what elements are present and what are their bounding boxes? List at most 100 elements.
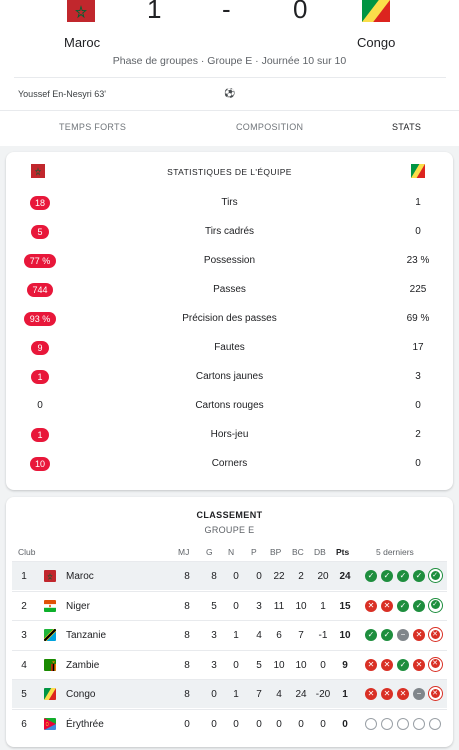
stat-row: 18 Tirs 1 [6, 195, 453, 211]
morocco-flag-icon [44, 570, 56, 582]
cell-db: 0 [320, 718, 326, 730]
standings-row[interactable]: 1 Maroc 8 8 0 0 22 2 20 24 ✓ ✓ ✓ ✓ ✓ [12, 561, 447, 590]
cell-n: 1 [233, 630, 239, 641]
loss-icon: ✕ [365, 599, 377, 612]
stat-away-value: 225 [409, 284, 427, 295]
header-g: G [206, 547, 213, 557]
draw-icon: − [397, 629, 409, 641]
club-name[interactable]: Érythrée [66, 719, 104, 730]
club-name[interactable]: Niger [66, 601, 90, 612]
cell-mj: 0 [184, 718, 190, 730]
niger-flag-icon [44, 599, 56, 612]
club-name[interactable]: Zambie [66, 660, 99, 671]
loss-icon: ✕ [381, 599, 393, 612]
cell-bc: 10 [295, 659, 307, 671]
away-team-name[interactable]: Congo [357, 35, 395, 50]
standings-row[interactable]: 6 Érythrée 0 0 0 0 0 0 0 0 [12, 708, 447, 738]
stat-away-value: 69 % [406, 313, 430, 324]
tab-stats[interactable]: STATS [392, 122, 421, 132]
stat-label: Tirs cadrés [204, 226, 255, 237]
cell-n: 0 [233, 718, 239, 730]
club-name[interactable]: Tanzanie [66, 630, 106, 641]
cell-db: 20 [317, 571, 329, 582]
standings-row[interactable]: 2 Niger 8 5 0 3 11 10 1 15 ✕ ✕ ✓ ✓ ✓ [12, 590, 447, 620]
cell-pts: 15 [339, 600, 351, 612]
loss-icon: ✕ [381, 688, 393, 700]
stat-away-value: 3 [415, 371, 421, 382]
win-icon: ✓ [381, 629, 393, 641]
loss-icon: ✕ [428, 656, 443, 672]
stat-label: Corners [211, 458, 248, 469]
no-result-icon [381, 717, 393, 730]
stats-title: STATISTIQUES DE L'ÉQUIPE [167, 167, 292, 177]
cell-db: -1 [318, 630, 328, 641]
stat-away-value: 2 [415, 429, 421, 440]
tab-composition[interactable]: COMPOSITION [236, 122, 303, 132]
stat-row: 93 % Précision des passes 69 % [6, 311, 453, 327]
header-n: N [228, 547, 235, 557]
header-db: DB [314, 547, 326, 557]
rank: 5 [21, 689, 27, 700]
divider [14, 77, 446, 78]
stat-label: Hors-jeu [210, 429, 249, 440]
stat-label: Tirs [221, 197, 238, 208]
cell-mj: 8 [184, 630, 190, 641]
cell-p: 0 [256, 571, 262, 582]
club-name[interactable]: Maroc [66, 571, 94, 582]
header-mj: MJ [178, 547, 190, 557]
stat-label: Cartons jaunes [195, 371, 264, 382]
loss-icon: ✕ [428, 686, 443, 701]
cell-pts: 1 [342, 689, 348, 700]
win-icon: ✓ [428, 597, 443, 613]
away-score: 0 [293, 0, 308, 24]
rank: 2 [21, 600, 27, 612]
team-stats-card: STATISTIQUES DE L'ÉQUIPE 18 Tirs 1 5 Tirs ca… [6, 152, 453, 490]
soccer-ball-icon: ⚽ [224, 88, 236, 98]
cell-g: 0 [211, 689, 217, 700]
cell-g: 0 [211, 718, 217, 730]
cell-n: 0 [233, 600, 239, 612]
cell-bp: 4 [276, 689, 282, 700]
cell-p: 7 [256, 689, 262, 700]
tanzania-flag-icon [44, 629, 56, 641]
tab-temps-forts[interactable]: TEMPS FORTS [59, 122, 126, 132]
stat-away-value: 0 [415, 226, 421, 237]
cell-db: 0 [320, 659, 326, 671]
zambia-flag-icon [44, 658, 56, 671]
standings-row[interactable]: 4 Zambie 8 3 0 5 10 10 0 9 ✕ ✕ ✓ ✕ ✕ [12, 649, 447, 679]
standings-row[interactable]: 5 Congo 8 0 1 7 4 24 -20 1 ✕ ✕ ✕ − ✕ [12, 679, 447, 708]
rank: 4 [21, 659, 27, 671]
cell-g: 8 [211, 571, 217, 582]
cell-pts: 9 [342, 659, 348, 671]
score-separator: - [222, 0, 231, 24]
win-icon: ✓ [365, 570, 377, 582]
stat-away-value: 23 % [406, 255, 430, 266]
cell-bc: 2 [298, 571, 304, 582]
club-name[interactable]: Congo [66, 689, 95, 700]
stat-row: 9 Fautes 17 [6, 340, 453, 356]
standings-title: CLASSEMENT [196, 510, 263, 520]
win-icon: ✓ [365, 629, 377, 641]
win-icon: ✓ [397, 570, 409, 582]
standings-group: GROUPE E [204, 525, 255, 535]
win-icon: ✓ [397, 658, 409, 671]
cell-n: 0 [233, 659, 239, 671]
header-bc: BC [292, 547, 304, 557]
header-pts: Pts [336, 547, 350, 557]
home-team-name[interactable]: Maroc [64, 35, 100, 50]
cell-pts: 24 [339, 571, 351, 582]
standings-row[interactable]: 3 Tanzanie 8 3 1 4 6 7 -1 10 ✓ ✓ − ✕ ✕ [12, 620, 447, 649]
header-bp: BP [270, 547, 282, 557]
cell-pts: 10 [339, 630, 351, 641]
cell-db: -20 [315, 689, 331, 700]
cell-p: 0 [256, 718, 262, 730]
cell-mj: 8 [184, 689, 190, 700]
cell-g: 5 [211, 600, 217, 612]
stat-row: 1 Hors-jeu 2 [6, 427, 453, 443]
cell-db: 1 [320, 600, 326, 612]
loss-icon: ✕ [365, 688, 377, 700]
header-club: Club [18, 547, 36, 557]
cell-n: 1 [233, 689, 239, 700]
cell-bc: 0 [298, 718, 304, 730]
cell-bc: 10 [295, 600, 307, 612]
